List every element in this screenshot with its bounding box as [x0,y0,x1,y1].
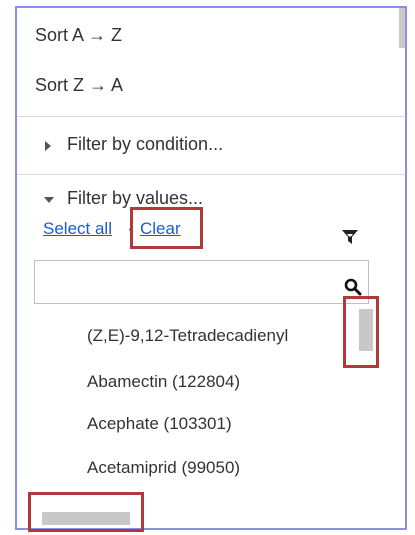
value-list-item[interactable]: Abamectin (122804) [87,372,240,392]
filter-dropdown-panel: Sort A → Z Sort Z → A Filter by conditio… [15,6,407,532]
sort-z-a-item[interactable]: Sort Z → A [35,75,123,96]
filter-by-condition-label: Filter by condition... [67,134,224,154]
chevron-down-icon [44,197,54,203]
sort-a-z-item[interactable]: Sort A → Z [35,25,122,46]
outer-scrollbar-edge[interactable] [399,8,405,48]
value-list-item[interactable]: Acephate (103301) [87,414,232,434]
filter-by-values-label: Filter by values... [67,188,204,208]
select-all-link[interactable]: Select all [43,219,112,239]
highlight-box-vertical-scrollbar [343,296,379,368]
values-search-field[interactable] [34,260,369,304]
divider [17,174,405,175]
value-list-item[interactable]: Acetamiprid (99050) [87,458,240,478]
divider [17,116,405,117]
chevron-right-icon [45,141,51,151]
value-list-item[interactable]: (Z,E)-9,12-Tetradecadienyl [87,326,288,346]
highlight-box-horizontal-scrollbar [28,492,144,532]
filter-funnel-icon[interactable] [341,229,359,251]
highlight-box-clear [130,207,203,249]
values-search-input[interactable] [35,261,337,301]
